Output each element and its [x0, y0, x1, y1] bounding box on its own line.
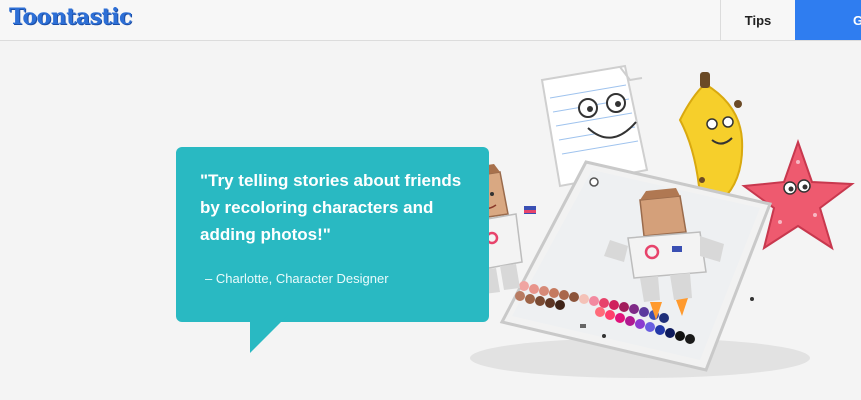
testimonial-attribution: – Charlotte, Character Designer: [205, 271, 389, 286]
speech-bubble-tail: [250, 315, 288, 353]
banana-character-icon: [678, 72, 744, 202]
testimonial-quote: "Try telling stories about friends by re…: [200, 171, 462, 244]
page: Toontastic Tips G "Try telling stories a…: [0, 0, 861, 400]
